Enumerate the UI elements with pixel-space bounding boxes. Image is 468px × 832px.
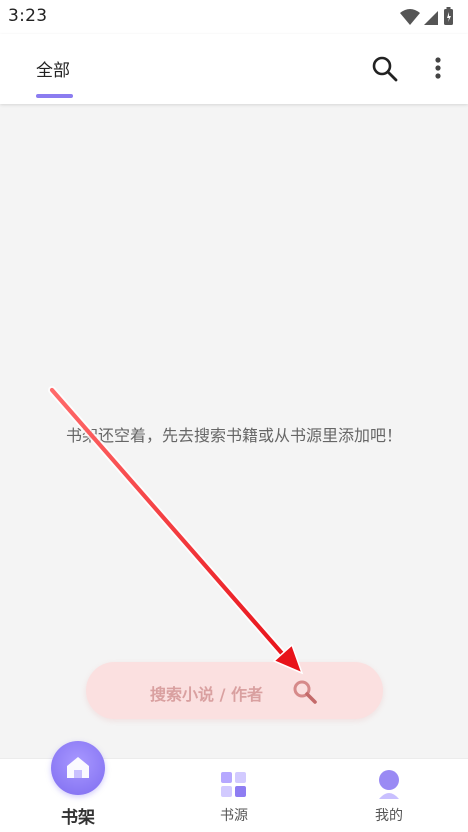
nav-bookshelf[interactable]: 书架 [18,741,138,832]
empty-bookshelf-message: 书架还空着，先去搜索书籍或从书源里添加吧！ [65,426,402,445]
cellular-signal-icon [424,11,438,25]
tab-indicator [36,94,73,98]
search-novel-author-button[interactable]: 搜索小说 / 作者 [86,662,383,719]
battery-icon [444,7,453,25]
status-bar: 3:23 [0,0,468,34]
more-options-button[interactable] [428,54,448,84]
magnifier-icon [293,680,317,704]
nav-mine[interactable]: 我的 [329,759,449,832]
grid-squares-icon [221,772,246,797]
status-time: 3:23 [8,6,48,26]
wifi-icon [400,9,420,25]
tab-all[interactable]: 全部 [36,56,70,81]
user-avatar-icon [379,770,399,799]
nav-book-source[interactable]: 书源 [174,759,294,832]
search-button[interactable] [370,54,400,84]
nav-book-source-label: 书源 [220,808,248,824]
app-header: 全部 [0,34,468,104]
search-icon [372,56,398,82]
more-vertical-icon [435,57,441,79]
nav-bookshelf-label: 书架 [61,808,95,828]
bottom-navigation: 书架 书源 我的 [0,741,468,832]
status-icons [398,7,458,27]
nav-mine-label: 我的 [375,808,403,824]
bookshelf-bubble [51,741,105,795]
search-pill-label: 搜索小说 / 作者 [150,685,263,704]
bookshelf-house-icon [67,757,89,778]
